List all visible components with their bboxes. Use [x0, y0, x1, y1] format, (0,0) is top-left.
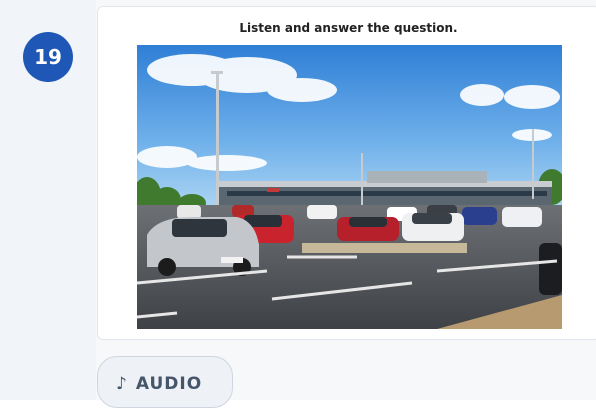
- parking-lot-photo: [137, 45, 562, 329]
- question-card: Listen and answer the question.: [97, 6, 596, 340]
- music-note-icon: ♪: [116, 374, 128, 394]
- question-instruction: Listen and answer the question.: [239, 21, 458, 35]
- question-number-badge: 19: [23, 32, 73, 82]
- audio-button-label: AUDIO: [135, 374, 203, 394]
- play-audio-button[interactable]: ♪ AUDIO: [97, 356, 233, 408]
